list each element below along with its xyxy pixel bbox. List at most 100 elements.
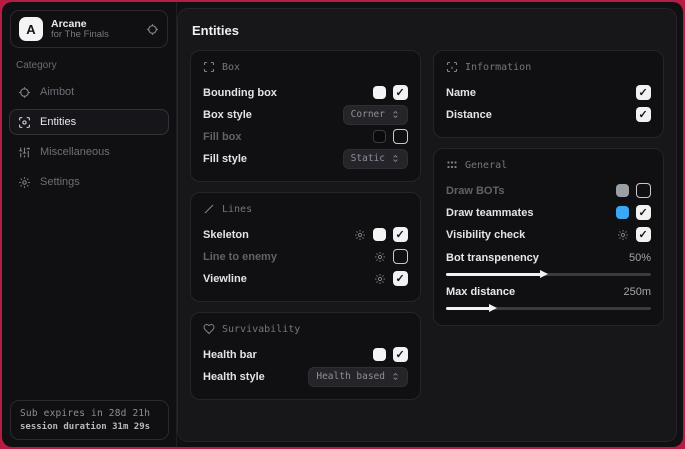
visibility-check-checkbox[interactable] (636, 227, 651, 242)
setting-label: Fill box (203, 131, 373, 143)
setting-label: Draw teammates (446, 207, 616, 219)
dropdown-value: Static (351, 153, 385, 164)
page-title: Entities (192, 23, 664, 38)
dropdown-value: Health based (316, 371, 385, 382)
fill-style-dropdown[interactable]: Static (343, 149, 408, 169)
setting-row-health-style: Health style Health based (203, 366, 408, 387)
gear-icon[interactable] (617, 229, 629, 241)
main-content: Entities Box Bounding box (177, 8, 677, 442)
sidebar-item-entities[interactable]: Entities (9, 109, 169, 135)
sidebar-item-label: Settings (40, 176, 80, 188)
panel-title: General (465, 160, 507, 171)
panel-title: Information (465, 62, 531, 73)
setting-row-visibility-check: Visibility check (446, 224, 651, 245)
line-to-enemy-checkbox[interactable] (393, 249, 408, 264)
bot-transparency-value: 50% (629, 252, 651, 264)
setting-label: Line to enemy (203, 251, 374, 263)
slider-thumb[interactable] (489, 304, 497, 312)
skeleton-checkbox[interactable] (393, 227, 408, 242)
info-scan-icon (446, 61, 458, 73)
sidebar-nav: Aimbot Entities Miscella (2, 79, 176, 195)
gear-icon (18, 176, 31, 189)
bot-transparency-slider[interactable] (446, 269, 651, 279)
category-label: Category (16, 60, 162, 71)
box-corners-icon (203, 61, 215, 73)
setting-row-line-to-enemy: Line to enemy (203, 246, 408, 267)
sidebar-item-aimbot[interactable]: Aimbot (9, 79, 169, 105)
max-distance-value: 250m (623, 286, 651, 298)
color-swatch[interactable] (373, 86, 386, 99)
setting-label: Viewline (203, 273, 374, 285)
sidebar-item-miscellaneous[interactable]: Miscellaneous (9, 139, 169, 165)
setting-label: Bot transpenency (446, 252, 629, 264)
sidebar-item-label: Miscellaneous (40, 146, 110, 158)
setting-row-bounding-box: Bounding box (203, 82, 408, 103)
panel-lines: Lines Skeleton Line to enemy (190, 192, 421, 302)
gear-icon[interactable] (374, 251, 386, 263)
brand-card: A Arcane for The Finals (10, 10, 168, 48)
setting-row-max-distance: Max distance 250m (446, 283, 651, 313)
draw-teammates-checkbox[interactable] (636, 205, 651, 220)
sub-expiry-text: Sub expires in 28d 21h (20, 408, 159, 419)
app-window: A Arcane for The Finals Category Aimbot (2, 2, 683, 447)
box-style-dropdown[interactable]: Corner (343, 105, 408, 125)
setting-label: Draw BOTs (446, 185, 616, 197)
setting-row-draw-bots: Draw BOTs (446, 180, 651, 201)
heart-pulse-icon (203, 323, 215, 335)
sidebar-item-settings[interactable]: Settings (9, 169, 169, 195)
setting-label: Health bar (203, 349, 373, 361)
setting-row-health-bar: Health bar (203, 344, 408, 365)
chevron-updown-icon (391, 154, 400, 163)
setting-label: Bounding box (203, 87, 373, 99)
name-checkbox[interactable] (636, 85, 651, 100)
setting-row-viewline: Viewline (203, 268, 408, 289)
health-bar-checkbox[interactable] (393, 347, 408, 362)
panel-box: Box Bounding box Box style Corne (190, 50, 421, 182)
sync-icon[interactable] (146, 23, 159, 36)
setting-label: Box style (203, 109, 343, 121)
color-swatch[interactable] (616, 206, 629, 219)
color-swatch[interactable] (373, 348, 386, 361)
setting-label: Fill style (203, 153, 343, 165)
setting-row-distance: Distance (446, 104, 651, 125)
fill-box-checkbox[interactable] (393, 129, 408, 144)
chevron-updown-icon (391, 110, 400, 119)
max-distance-slider[interactable] (446, 303, 651, 313)
setting-label: Max distance (446, 286, 623, 298)
draw-bots-checkbox[interactable] (636, 183, 651, 198)
chevron-updown-icon (391, 372, 400, 381)
panel-title: Survivability (222, 324, 300, 335)
color-swatch[interactable] (373, 130, 386, 143)
session-duration-text: session duration 31m 29s (20, 422, 159, 432)
slider-thumb[interactable] (540, 270, 548, 278)
setting-row-fill-style: Fill style Static (203, 148, 408, 169)
setting-row-fill-box: Fill box (203, 126, 408, 147)
sliders-icon (18, 146, 31, 159)
setting-label: Health style (203, 371, 308, 383)
viewline-checkbox[interactable] (393, 271, 408, 286)
distance-checkbox[interactable] (636, 107, 651, 122)
panel-title: Box (222, 62, 240, 73)
setting-row-draw-teammates: Draw teammates (446, 202, 651, 223)
gear-icon[interactable] (374, 273, 386, 285)
sidebar-item-label: Aimbot (40, 86, 74, 98)
setting-row-name: Name (446, 82, 651, 103)
setting-row-bot-transparency: Bot transpenency 50% (446, 249, 651, 279)
setting-label: Skeleton (203, 229, 354, 241)
scan-eye-icon (18, 116, 31, 129)
gear-icon[interactable] (354, 229, 366, 241)
line-icon (203, 203, 215, 215)
panel-title: Lines (222, 204, 252, 215)
bounding-box-checkbox[interactable] (393, 85, 408, 100)
setting-label: Visibility check (446, 229, 617, 241)
health-style-dropdown[interactable]: Health based (308, 367, 408, 387)
color-swatch[interactable] (373, 228, 386, 241)
sidebar: A Arcane for The Finals Category Aimbot (2, 2, 177, 447)
setting-label: Name (446, 87, 636, 99)
panel-survivability: Survivability Health bar Health style (190, 312, 421, 400)
setting-row-skeleton: Skeleton (203, 224, 408, 245)
grid-icon (446, 159, 458, 171)
setting-label: Distance (446, 109, 636, 121)
app-logo: A (19, 17, 43, 41)
color-swatch[interactable] (616, 184, 629, 197)
